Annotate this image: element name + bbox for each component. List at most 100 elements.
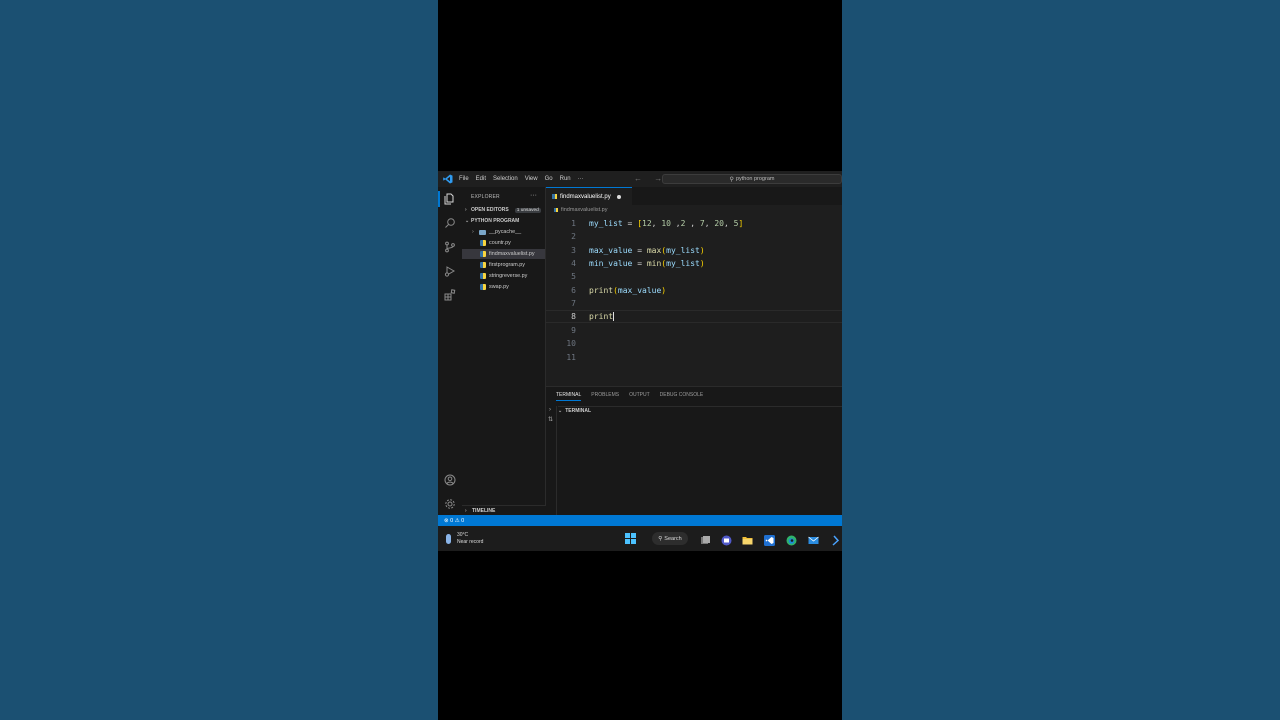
search-sidebar-icon[interactable] bbox=[444, 217, 456, 229]
code-line[interactable]: 11 bbox=[546, 351, 842, 364]
line-number: 6 bbox=[571, 286, 576, 295]
background-left bbox=[0, 0, 438, 720]
timeline-section[interactable]: › TIMELINE bbox=[462, 505, 546, 515]
file-item-pycache[interactable]: › __pycache__ bbox=[462, 227, 545, 237]
source-control-icon[interactable] bbox=[444, 241, 456, 253]
explorer-sidebar: EXPLORER ··· › OPEN EDITORS 1 unsaved ⌄ PYT… bbox=[462, 187, 546, 515]
code-line[interactable]: 6 print(max_value) bbox=[546, 284, 842, 297]
open-editors-section[interactable]: › OPEN EDITORS 1 unsaved bbox=[465, 207, 541, 213]
tab-output[interactable]: OUTPUT bbox=[629, 392, 650, 401]
line-number: 7 bbox=[571, 299, 576, 308]
account-icon[interactable] bbox=[444, 474, 456, 486]
menu-go[interactable]: Go bbox=[545, 176, 553, 182]
extensions-icon[interactable] bbox=[444, 289, 456, 301]
folder-section[interactable]: ⌄ PYTHON PROGRAM bbox=[465, 218, 519, 224]
open-editors-label: OPEN EDITORS bbox=[471, 207, 509, 213]
menu-file[interactable]: File bbox=[459, 176, 469, 182]
windows-start-icon[interactable] bbox=[625, 533, 636, 544]
file-name: swap.py bbox=[489, 284, 509, 290]
file-name: __pycache__ bbox=[489, 229, 522, 235]
code-line[interactable]: 2 bbox=[546, 230, 842, 243]
code-line[interactable]: 3 max_value = max(my_list) bbox=[546, 244, 842, 257]
code-line[interactable]: 9 bbox=[546, 324, 842, 337]
unsaved-dot-icon[interactable] bbox=[616, 194, 621, 199]
terminal-tools-icon[interactable]: ⇅ bbox=[548, 416, 553, 423]
search-icon: ⚲ bbox=[658, 535, 663, 542]
file-item-findmaxvaluelist[interactable]: findmaxvaluelist.py bbox=[462, 249, 545, 259]
chevron-right-icon: › bbox=[472, 229, 474, 235]
weather-note: Near record bbox=[457, 539, 484, 545]
explorer-more-icon[interactable]: ··· bbox=[530, 192, 537, 199]
activity-bar bbox=[438, 187, 462, 515]
task-view-icon[interactable] bbox=[700, 533, 711, 544]
line-number: 8 bbox=[571, 312, 576, 321]
tab-problems[interactable]: PROBLEMS bbox=[591, 392, 619, 401]
file-item-countr[interactable]: countr.py bbox=[462, 238, 545, 248]
terminal-divider bbox=[556, 406, 557, 516]
line-number: 9 bbox=[571, 326, 576, 335]
python-file-icon bbox=[480, 262, 486, 268]
line-code: print bbox=[589, 312, 615, 321]
python-file-icon bbox=[480, 251, 486, 257]
vscode-taskbar-icon[interactable] bbox=[764, 533, 775, 546]
settings-gear-icon[interactable] bbox=[444, 498, 456, 510]
menu-view[interactable]: View bbox=[525, 176, 538, 182]
code-line-current[interactable]: 8 print bbox=[546, 310, 842, 323]
unsaved-badge: 1 unsaved bbox=[514, 208, 541, 213]
file-item-swap[interactable]: swap.py bbox=[462, 282, 545, 292]
folder-icon bbox=[479, 229, 486, 235]
mail-icon[interactable] bbox=[808, 533, 819, 544]
code-line[interactable]: 10 bbox=[546, 337, 842, 350]
explorer-title: EXPLORER bbox=[471, 194, 500, 200]
code-line[interactable]: 4 min_value = min(my_list) bbox=[546, 257, 842, 270]
panel-tabs: TERMINAL PROBLEMS OUTPUT DEBUG CONSOLE bbox=[556, 392, 713, 401]
teams-chat-icon[interactable] bbox=[721, 533, 732, 546]
run-debug-icon[interactable] bbox=[444, 265, 456, 277]
terminal-header[interactable]: ⌄ TERMINAL bbox=[558, 406, 842, 414]
title-bar: File Edit Selection View Go Run ··· ← → … bbox=[438, 171, 842, 187]
file-item-stringreverse[interactable]: stringreverse.py bbox=[462, 271, 545, 281]
menu-selection[interactable]: Selection bbox=[493, 176, 518, 182]
weather-widget[interactable]: 30°C Near record bbox=[446, 532, 483, 546]
breadcrumb-file: findmaxvaluelist.py bbox=[561, 207, 608, 213]
code-editor[interactable]: 1 my_list = [12, 10 ,2 , 7, 20, 5] 2 3 m… bbox=[546, 215, 842, 385]
file-name: firstprogram.py bbox=[489, 262, 525, 268]
chevron-right-icon[interactable]: › bbox=[549, 407, 551, 413]
menu-more[interactable]: ··· bbox=[578, 176, 584, 182]
problems-status[interactable]: ⊗ 0 ⚠ 0 bbox=[444, 518, 464, 524]
line-code: min_value = min(my_list) bbox=[589, 259, 705, 268]
vscode-logo-icon bbox=[443, 174, 453, 184]
taskbar-search-button[interactable]: ⚲ Search bbox=[652, 532, 688, 545]
editor-tabs: findmaxvaluelist.py bbox=[546, 187, 842, 205]
command-center-search[interactable]: ⚲ python program bbox=[662, 174, 842, 184]
tab-label: findmaxvaluelist.py bbox=[560, 193, 611, 200]
tab-findmaxvaluelist[interactable]: findmaxvaluelist.py bbox=[546, 187, 632, 205]
file-explorer-icon[interactable] bbox=[742, 533, 753, 545]
tab-debug-console[interactable]: DEBUG CONSOLE bbox=[660, 392, 704, 401]
search-icon: ⚲ bbox=[729, 176, 734, 183]
edge-browser-icon[interactable] bbox=[786, 533, 797, 546]
line-code: my_list = [12, 10 ,2 , 7, 20, 5] bbox=[589, 219, 744, 228]
code-line[interactable]: 1 my_list = [12, 10 ,2 , 7, 20, 5] bbox=[546, 217, 842, 230]
folder-label: PYTHON PROGRAM bbox=[471, 218, 520, 224]
line-number: 4 bbox=[571, 259, 576, 268]
file-item-firstprogram[interactable]: firstprogram.py bbox=[462, 260, 545, 270]
tab-terminal[interactable]: TERMINAL bbox=[556, 392, 582, 401]
text-cursor bbox=[613, 312, 615, 321]
python-file-icon bbox=[554, 208, 558, 212]
python-file-icon bbox=[552, 194, 557, 199]
menu-edit[interactable]: Edit bbox=[476, 176, 486, 182]
explorer-icon[interactable] bbox=[438, 191, 456, 207]
line-number: 1 bbox=[571, 219, 576, 228]
code-line[interactable]: 5 bbox=[546, 270, 842, 283]
taskbar: 30°C Near record ⚲ Search bbox=[438, 526, 842, 551]
powershell-icon[interactable] bbox=[830, 533, 841, 546]
line-number: 2 bbox=[571, 232, 576, 241]
breadcrumb[interactable]: findmaxvaluelist.py bbox=[554, 207, 607, 213]
line-number: 10 bbox=[566, 339, 576, 348]
file-name: countr.py bbox=[489, 240, 511, 246]
menu-run[interactable]: Run bbox=[560, 176, 571, 182]
taskbar-search-label: Search bbox=[664, 535, 682, 542]
file-name: stringreverse.py bbox=[489, 273, 528, 279]
code-line[interactable]: 7 bbox=[546, 297, 842, 310]
